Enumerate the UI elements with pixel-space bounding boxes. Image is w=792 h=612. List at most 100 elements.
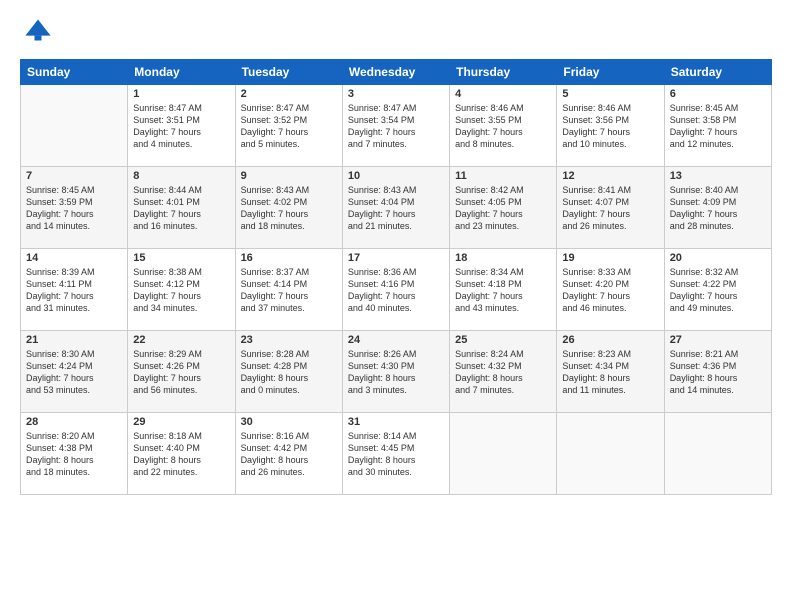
header-cell-monday: Monday [128, 60, 235, 85]
day-cell: 21 Sunrise: 8:30 AMSunset: 4:24 PMDayligh… [21, 331, 128, 413]
header-cell-saturday: Saturday [664, 60, 771, 85]
week-row-3: 14 Sunrise: 8:39 AMSunset: 4:11 PMDayligh… [21, 249, 772, 331]
week-row-4: 21 Sunrise: 8:30 AMSunset: 4:24 PMDayligh… [21, 331, 772, 413]
day-number: 31 [348, 416, 444, 428]
day-number: 26 [562, 334, 658, 346]
day-number: 6 [670, 88, 766, 100]
day-cell: 14 Sunrise: 8:39 AMSunset: 4:11 PMDayligh… [21, 249, 128, 331]
day-number: 13 [670, 170, 766, 182]
day-info: Sunrise: 8:16 AMSunset: 4:42 PMDaylight:… [241, 430, 337, 479]
day-number: 2 [241, 88, 337, 100]
day-number: 19 [562, 252, 658, 264]
day-info: Sunrise: 8:29 AMSunset: 4:26 PMDaylight:… [133, 348, 229, 397]
day-info: Sunrise: 8:37 AMSunset: 4:14 PMDaylight:… [241, 266, 337, 315]
day-cell: 23Sunrise: 8:28 AMSunset: 4:28 PMDayligh… [235, 331, 342, 413]
day-cell: 17Sunrise: 8:36 AMSunset: 4:16 PMDayligh… [342, 249, 449, 331]
header-cell-tuesday: Tuesday [235, 60, 342, 85]
day-cell: 31 Sunrise: 8:14 AMSunset: 4:45 PMDayligh… [342, 413, 449, 495]
day-cell: 30 Sunrise: 8:16 AMSunset: 4:42 PMDayligh… [235, 413, 342, 495]
day-number: 11 [455, 170, 551, 182]
day-info: Sunrise: 8:45 AMSunset: 3:59 PMDaylight:… [26, 184, 122, 233]
day-cell [21, 85, 128, 167]
day-cell [557, 413, 664, 495]
day-cell: 10 Sunrise: 8:43 AMSunset: 4:04 PMDayligh… [342, 167, 449, 249]
day-number: 18 [455, 252, 551, 264]
day-cell: 15Sunrise: 8:38 AMSunset: 4:12 PMDayligh… [128, 249, 235, 331]
day-number: 15 [133, 252, 229, 264]
day-info: Sunrise: 8:40 AMSunset: 4:09 PMDaylight:… [670, 184, 766, 233]
day-cell: 29 Sunrise: 8:18 AMSunset: 4:40 PMDayligh… [128, 413, 235, 495]
day-info: Sunrise: 8:34 AMSunset: 4:18 PMDaylight:… [455, 266, 551, 315]
calendar-body: 1 Sunrise: 8:47 AMSunset: 3:51 PMDaylight… [21, 85, 772, 495]
day-info: Sunrise: 8:36 AMSunset: 4:16 PMDaylight:… [348, 266, 444, 315]
day-number: 12 [562, 170, 658, 182]
header-cell-friday: Friday [557, 60, 664, 85]
day-cell: 3 Sunrise: 8:47 AMSunset: 3:54 PMDaylight… [342, 85, 449, 167]
day-number: 5 [562, 88, 658, 100]
week-row-2: 7 Sunrise: 8:45 AMSunset: 3:59 PMDaylight… [21, 167, 772, 249]
calendar-header: SundayMondayTuesdayWednesdayThursdayFrid… [21, 60, 772, 85]
header-cell-sunday: Sunday [21, 60, 128, 85]
day-info: Sunrise: 8:39 AMSunset: 4:11 PMDaylight:… [26, 266, 122, 315]
day-info: Sunrise: 8:26 AMSunset: 4:30 PMDaylight:… [348, 348, 444, 397]
day-number: 29 [133, 416, 229, 428]
week-row-5: 28 Sunrise: 8:20 AMSunset: 4:38 PMDayligh… [21, 413, 772, 495]
day-cell: 2 Sunrise: 8:47 AMSunset: 3:52 PMDaylight… [235, 85, 342, 167]
day-info: Sunrise: 8:43 AMSunset: 4:04 PMDaylight:… [348, 184, 444, 233]
day-cell: 19Sunrise: 8:33 AMSunset: 4:20 PMDayligh… [557, 249, 664, 331]
day-number: 10 [348, 170, 444, 182]
day-info: Sunrise: 8:14 AMSunset: 4:45 PMDaylight:… [348, 430, 444, 479]
day-cell: 9 Sunrise: 8:43 AMSunset: 4:02 PMDaylight… [235, 167, 342, 249]
day-cell: 16 Sunrise: 8:37 AMSunset: 4:14 PMDayligh… [235, 249, 342, 331]
logo-icon [24, 16, 52, 44]
day-info: Sunrise: 8:30 AMSunset: 4:24 PMDaylight:… [26, 348, 122, 397]
day-number: 30 [241, 416, 337, 428]
day-info: Sunrise: 8:47 AMSunset: 3:54 PMDaylight:… [348, 102, 444, 151]
day-info: Sunrise: 8:46 AMSunset: 3:56 PMDaylight:… [562, 102, 658, 151]
day-number: 3 [348, 88, 444, 100]
day-info: Sunrise: 8:23 AMSunset: 4:34 PMDaylight:… [562, 348, 658, 397]
day-cell [664, 413, 771, 495]
day-cell: 20 Sunrise: 8:32 AMSunset: 4:22 PMDayligh… [664, 249, 771, 331]
logo [20, 16, 52, 49]
day-info: Sunrise: 8:43 AMSunset: 4:02 PMDaylight:… [241, 184, 337, 233]
day-info: Sunrise: 8:41 AMSunset: 4:07 PMDaylight:… [562, 184, 658, 233]
day-number: 20 [670, 252, 766, 264]
day-info: Sunrise: 8:47 AMSunset: 3:52 PMDaylight:… [241, 102, 337, 151]
day-number: 9 [241, 170, 337, 182]
page: SundayMondayTuesdayWednesdayThursdayFrid… [0, 0, 792, 612]
header-cell-thursday: Thursday [450, 60, 557, 85]
day-number: 21 [26, 334, 122, 346]
day-cell: 12 Sunrise: 8:41 AMSunset: 4:07 PMDayligh… [557, 167, 664, 249]
header-row: SundayMondayTuesdayWednesdayThursdayFrid… [21, 60, 772, 85]
day-info: Sunrise: 8:24 AMSunset: 4:32 PMDaylight:… [455, 348, 551, 397]
day-number: 1 [133, 88, 229, 100]
day-info: Sunrise: 8:20 AMSunset: 4:38 PMDaylight:… [26, 430, 122, 479]
day-info: Sunrise: 8:18 AMSunset: 4:40 PMDaylight:… [133, 430, 229, 479]
day-cell: 6Sunrise: 8:45 AMSunset: 3:58 PMDaylight… [664, 85, 771, 167]
day-cell: 8 Sunrise: 8:44 AMSunset: 4:01 PMDaylight… [128, 167, 235, 249]
day-cell: 28 Sunrise: 8:20 AMSunset: 4:38 PMDayligh… [21, 413, 128, 495]
day-cell: 18 Sunrise: 8:34 AMSunset: 4:18 PMDayligh… [450, 249, 557, 331]
day-cell: 7 Sunrise: 8:45 AMSunset: 3:59 PMDaylight… [21, 167, 128, 249]
day-number: 16 [241, 252, 337, 264]
day-cell: 4Sunrise: 8:46 AMSunset: 3:55 PMDaylight… [450, 85, 557, 167]
calendar-table: SundayMondayTuesdayWednesdayThursdayFrid… [20, 59, 772, 495]
day-cell: 22Sunrise: 8:29 AMSunset: 4:26 PMDayligh… [128, 331, 235, 413]
day-cell: 11Sunrise: 8:42 AMSunset: 4:05 PMDayligh… [450, 167, 557, 249]
day-number: 8 [133, 170, 229, 182]
day-info: Sunrise: 8:47 AMSunset: 3:51 PMDaylight:… [133, 102, 229, 151]
header-cell-wednesday: Wednesday [342, 60, 449, 85]
day-number: 4 [455, 88, 551, 100]
week-row-1: 1 Sunrise: 8:47 AMSunset: 3:51 PMDaylight… [21, 85, 772, 167]
day-number: 7 [26, 170, 122, 182]
day-number: 27 [670, 334, 766, 346]
day-info: Sunrise: 8:44 AMSunset: 4:01 PMDaylight:… [133, 184, 229, 233]
day-number: 14 [26, 252, 122, 264]
day-number: 24 [348, 334, 444, 346]
day-info: Sunrise: 8:32 AMSunset: 4:22 PMDaylight:… [670, 266, 766, 315]
header [20, 16, 772, 49]
day-number: 28 [26, 416, 122, 428]
day-number: 25 [455, 334, 551, 346]
day-cell: 5 Sunrise: 8:46 AMSunset: 3:56 PMDaylight… [557, 85, 664, 167]
